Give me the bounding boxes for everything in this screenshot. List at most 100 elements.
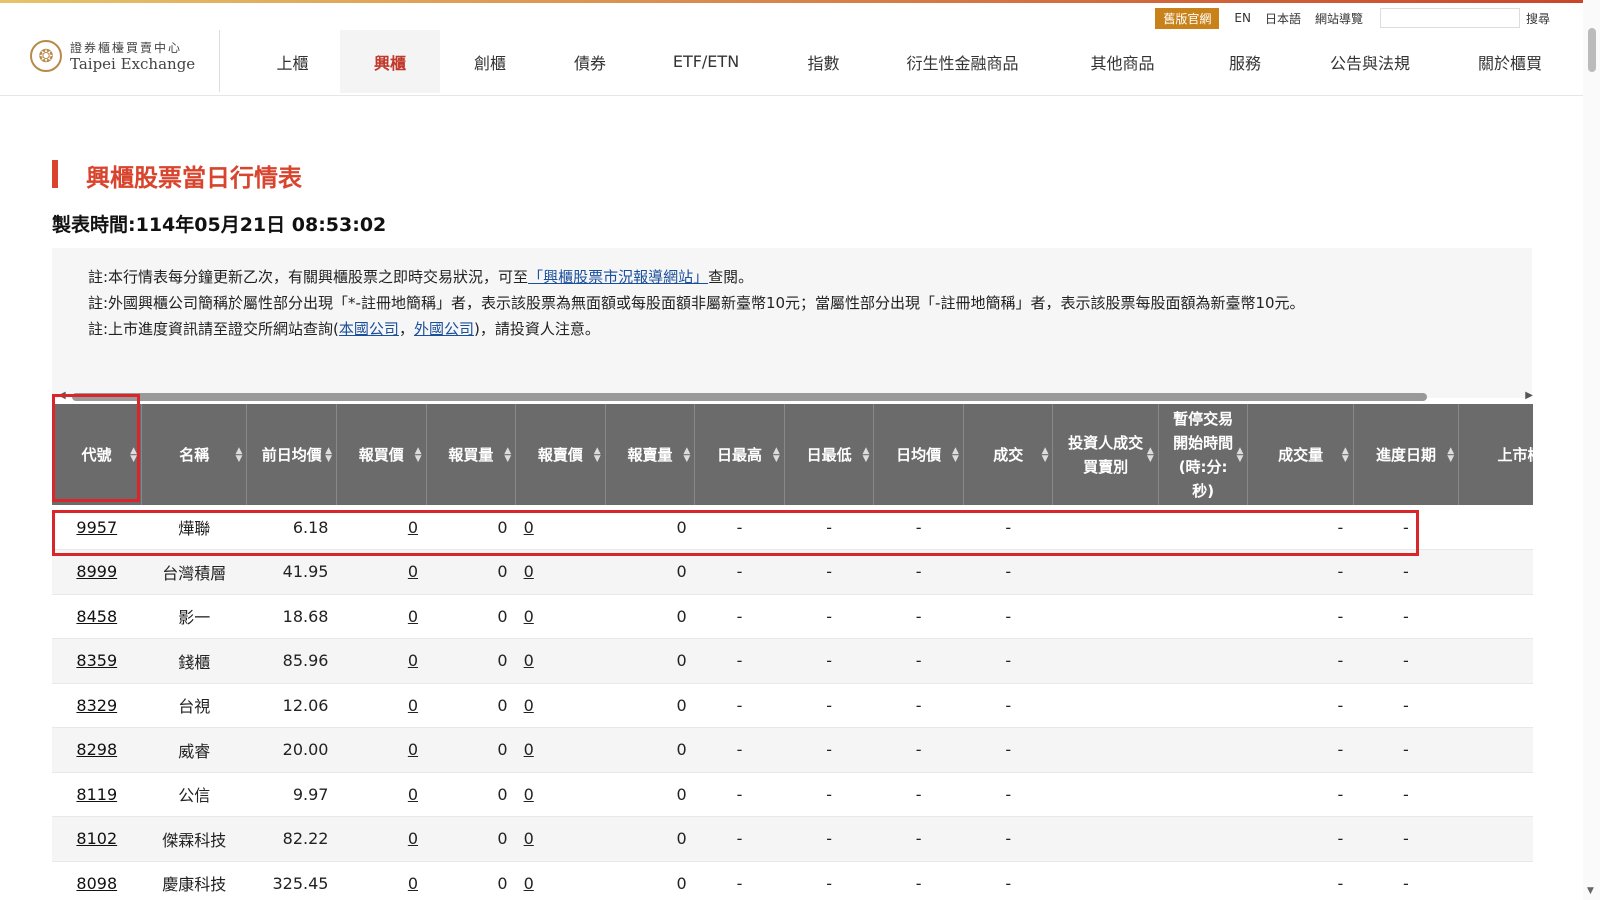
table-scrollbar-thumb[interactable] [72, 393, 1427, 401]
sort-icon[interactable]: ▲ ▼ [1236, 446, 1243, 463]
foreign-company-link[interactable]: 外國公司 [414, 320, 474, 338]
day-avg: - [873, 505, 964, 550]
sort-icon[interactable]: ▲ ▼ [1342, 446, 1349, 463]
stock-code-link[interactable]: 9957 [52, 505, 142, 550]
ask-price-link[interactable]: 0 [515, 816, 606, 862]
trade-volume: - [1247, 727, 1354, 773]
col-header-avg[interactable]: 日均價 ▲ ▼ [873, 404, 964, 505]
nav-item-go-incubation[interactable]: 創櫃 [440, 30, 540, 93]
stock-code-link[interactable]: 8458 [52, 594, 142, 639]
trade-volume: - [1247, 683, 1354, 728]
stock-code-link[interactable]: 8298 [52, 727, 142, 773]
col-header-prev-avg[interactable]: 前日均價 ▲ ▼ [246, 404, 337, 505]
sort-icon[interactable]: ▲ ▼ [130, 446, 137, 463]
emerging-market-report-link[interactable]: 「興櫃股票市況報導網站」 [528, 268, 708, 286]
old-site-link[interactable]: 舊版官網 [1155, 7, 1220, 29]
sort-icon[interactable]: ▲ ▼ [862, 446, 869, 463]
nav-item-other-products[interactable]: 其他商品 [1050, 30, 1195, 93]
bid-price-link[interactable]: 0 [336, 549, 427, 595]
col-header-name[interactable]: 名稱 ▲ ▼ [141, 404, 248, 505]
search-button[interactable]: 搜尋 [1526, 10, 1550, 27]
ask-price-link[interactable]: 0 [515, 549, 606, 595]
sort-icon[interactable]: ▲ ▼ [594, 446, 601, 463]
stock-code-link[interactable]: 8329 [52, 683, 142, 728]
sort-icon[interactable]: ▲ ▼ [773, 446, 780, 463]
sort-icon[interactable]: ▲ ▼ [952, 446, 959, 463]
ask-price-link[interactable]: 0 [515, 861, 606, 900]
utility-bar: 舊版官網 EN 日本語 網站導覽 搜尋 [1155, 7, 1550, 29]
trade-volume: - [1247, 861, 1354, 900]
ask-price-link[interactable]: 0 [515, 505, 606, 550]
last-trade: - [963, 683, 1053, 728]
bid-price-link[interactable]: 0 [336, 727, 427, 773]
page-scrollbar-thumb[interactable] [1588, 28, 1596, 72]
ask-price-link[interactable]: 0 [515, 594, 606, 639]
stock-code-link[interactable]: 8359 [52, 638, 142, 684]
sort-icon[interactable]: ▲ ▼ [236, 446, 243, 463]
col-header-listing-progress[interactable]: 上市櫃進度 [1458, 404, 1533, 505]
col-header-code[interactable]: 代號 ▲ ▼ [52, 404, 143, 505]
col-header-investor-side[interactable]: 投資人成交買賣別 ▲ ▼ [1052, 404, 1159, 505]
ask-price-link[interactable]: 0 [515, 772, 606, 817]
sort-icon[interactable]: ▲ ▼ [1447, 446, 1454, 463]
nav-item-otc[interactable]: 上櫃 [245, 30, 340, 93]
nav-item-etf[interactable]: ETF/ETN [640, 30, 772, 93]
col-header-high[interactable]: 日最高 ▲ ▼ [694, 404, 785, 505]
trade-volume: - [1247, 594, 1354, 639]
col-header-ask-volume[interactable]: 報賣量 ▲ ▼ [605, 404, 696, 505]
nav-item-emerging[interactable]: 興櫃 [340, 30, 440, 93]
col-header-bid-volume[interactable]: 報買量 ▲ ▼ [426, 404, 517, 505]
col-header-halt-time[interactable]: 暫停交易開始時間(時:分:秒) ▲ ▼ [1158, 404, 1249, 505]
nav-item-derivatives[interactable]: 衍生性金融商品 [875, 30, 1050, 93]
stock-code-link[interactable]: 8119 [52, 772, 142, 817]
sort-icon[interactable]: ▲ ▼ [504, 446, 511, 463]
col-header-last[interactable]: 成交 ▲ ▼ [963, 404, 1054, 505]
stock-code-link[interactable]: 8098 [52, 861, 142, 900]
bid-price-link[interactable]: 0 [336, 505, 427, 550]
table-horizontal-scrollbar[interactable]: ◀ ▶ [58, 390, 1533, 404]
sitemap-link[interactable]: 網站導覽 [1315, 10, 1363, 27]
ask-volume: 0 [605, 727, 695, 773]
lang-jp-link[interactable]: 日本語 [1265, 10, 1301, 27]
col-header-progress-date[interactable]: 進度日期 ▲ ▼ [1353, 404, 1460, 505]
scroll-down-arrow-icon[interactable]: ▼ [1587, 886, 1594, 896]
page-scrollbar[interactable]: ▼ [1583, 0, 1600, 900]
ask-price-link[interactable]: 0 [515, 727, 606, 773]
lang-en-link[interactable]: EN [1234, 11, 1251, 25]
nav-item-index[interactable]: 指數 [772, 30, 875, 93]
progress-date: - [1353, 594, 1459, 639]
search-input[interactable] [1379, 8, 1520, 28]
bid-price-link[interactable]: 0 [336, 683, 427, 728]
ask-volume: 0 [605, 549, 695, 595]
nav-item-about[interactable]: 關於櫃買 [1445, 30, 1575, 93]
sort-icon[interactable]: ▲ ▼ [1147, 446, 1154, 463]
stock-code-link[interactable]: 8999 [52, 549, 142, 595]
sort-icon[interactable]: ▲ ▼ [415, 446, 422, 463]
nav-item-services[interactable]: 服務 [1195, 30, 1295, 93]
ask-price-link[interactable]: 0 [515, 638, 606, 684]
domestic-company-link[interactable]: 本國公司 [339, 320, 399, 338]
ask-price-link[interactable]: 0 [515, 683, 606, 728]
nav-item-bonds[interactable]: 債券 [540, 30, 640, 93]
bid-price-link[interactable]: 0 [336, 816, 427, 862]
note-1-text: 註:本行情表每分鐘更新乙次，有關興櫃股票之即時交易狀況，可至 [88, 268, 529, 286]
day-high: - [694, 816, 785, 862]
note-3-suffix: )，請投資人注意。 [473, 320, 600, 338]
bid-price-link[interactable]: 0 [336, 772, 427, 817]
bid-volume: 0 [426, 772, 516, 817]
stock-code-link[interactable]: 8102 [52, 816, 142, 862]
sort-icon[interactable]: ▲ ▼ [683, 446, 690, 463]
col-header-volume[interactable]: 成交量 ▲ ▼ [1247, 404, 1354, 505]
bid-price-link[interactable]: 0 [336, 861, 427, 900]
col-header-ask-price[interactable]: 報賣價 ▲ ▼ [515, 404, 606, 505]
sort-icon[interactable]: ▲ ▼ [1042, 446, 1049, 463]
bid-price-link[interactable]: 0 [336, 638, 427, 684]
nav-item-regulations[interactable]: 公告與法規 [1295, 30, 1445, 93]
col-header-low[interactable]: 日最低 ▲ ▼ [784, 404, 875, 505]
sort-icon[interactable]: ▲ ▼ [325, 446, 332, 463]
site-logo[interactable]: ❂ 證券櫃檯買賣中心 Taipei Exchange [30, 40, 195, 72]
bid-price-link[interactable]: 0 [336, 594, 427, 639]
col-header-bid-price[interactable]: 報買價 ▲ ▼ [336, 404, 427, 505]
scroll-right-arrow-icon[interactable]: ▶ [1525, 390, 1533, 401]
scroll-left-arrow-icon[interactable]: ◀ [58, 390, 66, 401]
